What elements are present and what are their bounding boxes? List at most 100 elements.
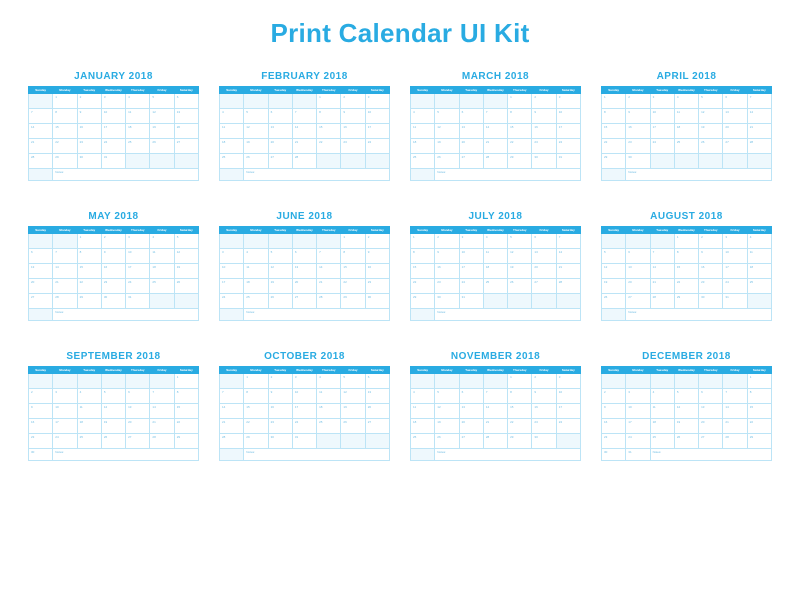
day-cell: 14 — [747, 109, 771, 124]
day-cell-empty — [174, 294, 198, 309]
day-cell: 16 — [268, 404, 292, 419]
day-cell: 31 — [556, 154, 580, 169]
day-cell: 19 — [674, 419, 698, 434]
day-cell: 26 — [341, 419, 365, 434]
dow-header: Thursday — [699, 367, 723, 374]
month-title: DECEMBER 2018 — [601, 351, 772, 362]
day-cell: 13 — [29, 264, 53, 279]
dow-header: Saturday — [747, 367, 771, 374]
month-title: MAY 2018 — [28, 211, 199, 222]
dow-header: Tuesday — [459, 87, 483, 94]
day-cell: 18 — [220, 139, 244, 154]
day-cell: 12 — [508, 249, 532, 264]
day-cell-empty — [101, 374, 125, 389]
day-cell-empty — [29, 169, 53, 181]
day-cell: 13 — [459, 404, 483, 419]
day-cell: 6 — [626, 249, 650, 264]
day-cell: 9 — [435, 249, 459, 264]
day-cell: 7 — [29, 109, 53, 124]
day-cell: 8 — [411, 249, 435, 264]
day-cell: 6 — [459, 109, 483, 124]
day-cell-empty — [29, 374, 53, 389]
day-cell: 19 — [174, 264, 198, 279]
dow-header: Friday — [150, 367, 174, 374]
day-cell-empty — [150, 294, 174, 309]
month-grid: SundayMondayTuesdayWednesdayThursdayFrid… — [601, 226, 772, 321]
day-cell: 21 — [483, 139, 507, 154]
day-cell: 22 — [244, 419, 268, 434]
day-cell: 29 — [602, 154, 626, 169]
notes-area: Notes: — [244, 169, 390, 181]
day-cell: 25 — [150, 279, 174, 294]
day-cell: 3 — [556, 374, 580, 389]
day-cell-empty — [459, 94, 483, 109]
notes-area: Notes: — [244, 449, 390, 461]
day-cell: 31 — [723, 294, 747, 309]
notes-area: Notes: — [435, 309, 581, 321]
day-cell: 15 — [341, 264, 365, 279]
dow-header: Saturday — [556, 367, 580, 374]
day-cell-empty — [317, 434, 341, 449]
dow-header: Sunday — [29, 87, 53, 94]
notes-area: Notes: — [626, 309, 772, 321]
day-cell: 20 — [626, 279, 650, 294]
day-cell: 2 — [77, 94, 101, 109]
month-card: SEPTEMBER 2018SundayMondayTuesdayWednesd… — [28, 351, 199, 461]
day-cell: 13 — [292, 264, 316, 279]
day-cell: 30 — [77, 154, 101, 169]
day-cell: 4 — [126, 94, 150, 109]
day-cell: 6 — [292, 249, 316, 264]
day-cell-empty — [317, 234, 341, 249]
day-cell: 4 — [77, 389, 101, 404]
month-title: JANUARY 2018 — [28, 71, 199, 82]
day-cell-empty — [341, 154, 365, 169]
dow-header: Friday — [723, 227, 747, 234]
day-cell: 15 — [602, 124, 626, 139]
day-cell: 2 — [626, 94, 650, 109]
day-cell-empty — [747, 294, 771, 309]
day-cell: 21 — [292, 139, 316, 154]
dow-header: Thursday — [126, 367, 150, 374]
dow-header: Friday — [723, 87, 747, 94]
day-cell: 24 — [459, 279, 483, 294]
day-cell: 17 — [459, 264, 483, 279]
day-cell: 15 — [317, 124, 341, 139]
day-cell: 14 — [53, 264, 77, 279]
day-cell: 5 — [602, 249, 626, 264]
day-cell-empty — [483, 294, 507, 309]
day-cell: 10 — [220, 264, 244, 279]
day-cell: 22 — [508, 139, 532, 154]
day-cell: 13 — [532, 249, 556, 264]
dow-header: Friday — [341, 227, 365, 234]
day-cell: 9 — [699, 249, 723, 264]
day-cell: 10 — [556, 389, 580, 404]
day-cell: 5 — [150, 94, 174, 109]
day-cell: 16 — [532, 124, 556, 139]
day-cell-empty — [650, 154, 674, 169]
day-cell-empty — [459, 374, 483, 389]
month-title: APRIL 2018 — [601, 71, 772, 82]
month-grid: SundayMondayTuesdayWednesdayThursdayFrid… — [410, 86, 581, 181]
day-cell: 6 — [29, 249, 53, 264]
day-cell: 29 — [77, 294, 101, 309]
day-cell: 21 — [53, 279, 77, 294]
day-cell: 4 — [150, 234, 174, 249]
day-cell: 11 — [126, 109, 150, 124]
day-cell: 21 — [317, 279, 341, 294]
day-cell: 1 — [341, 234, 365, 249]
day-cell: 28 — [747, 139, 771, 154]
day-cell: 25 — [220, 154, 244, 169]
day-cell: 5 — [268, 249, 292, 264]
day-cell: 20 — [29, 279, 53, 294]
day-cell: 5 — [699, 94, 723, 109]
day-cell: 12 — [150, 109, 174, 124]
day-cell: 1 — [508, 374, 532, 389]
notes-area: Notes: — [244, 309, 390, 321]
dow-header: Saturday — [174, 367, 198, 374]
dow-header: Wednesday — [292, 367, 316, 374]
day-cell-empty — [317, 154, 341, 169]
day-cell-empty — [126, 154, 150, 169]
day-cell: 16 — [77, 124, 101, 139]
day-cell: 3 — [365, 94, 389, 109]
day-cell: 12 — [341, 389, 365, 404]
